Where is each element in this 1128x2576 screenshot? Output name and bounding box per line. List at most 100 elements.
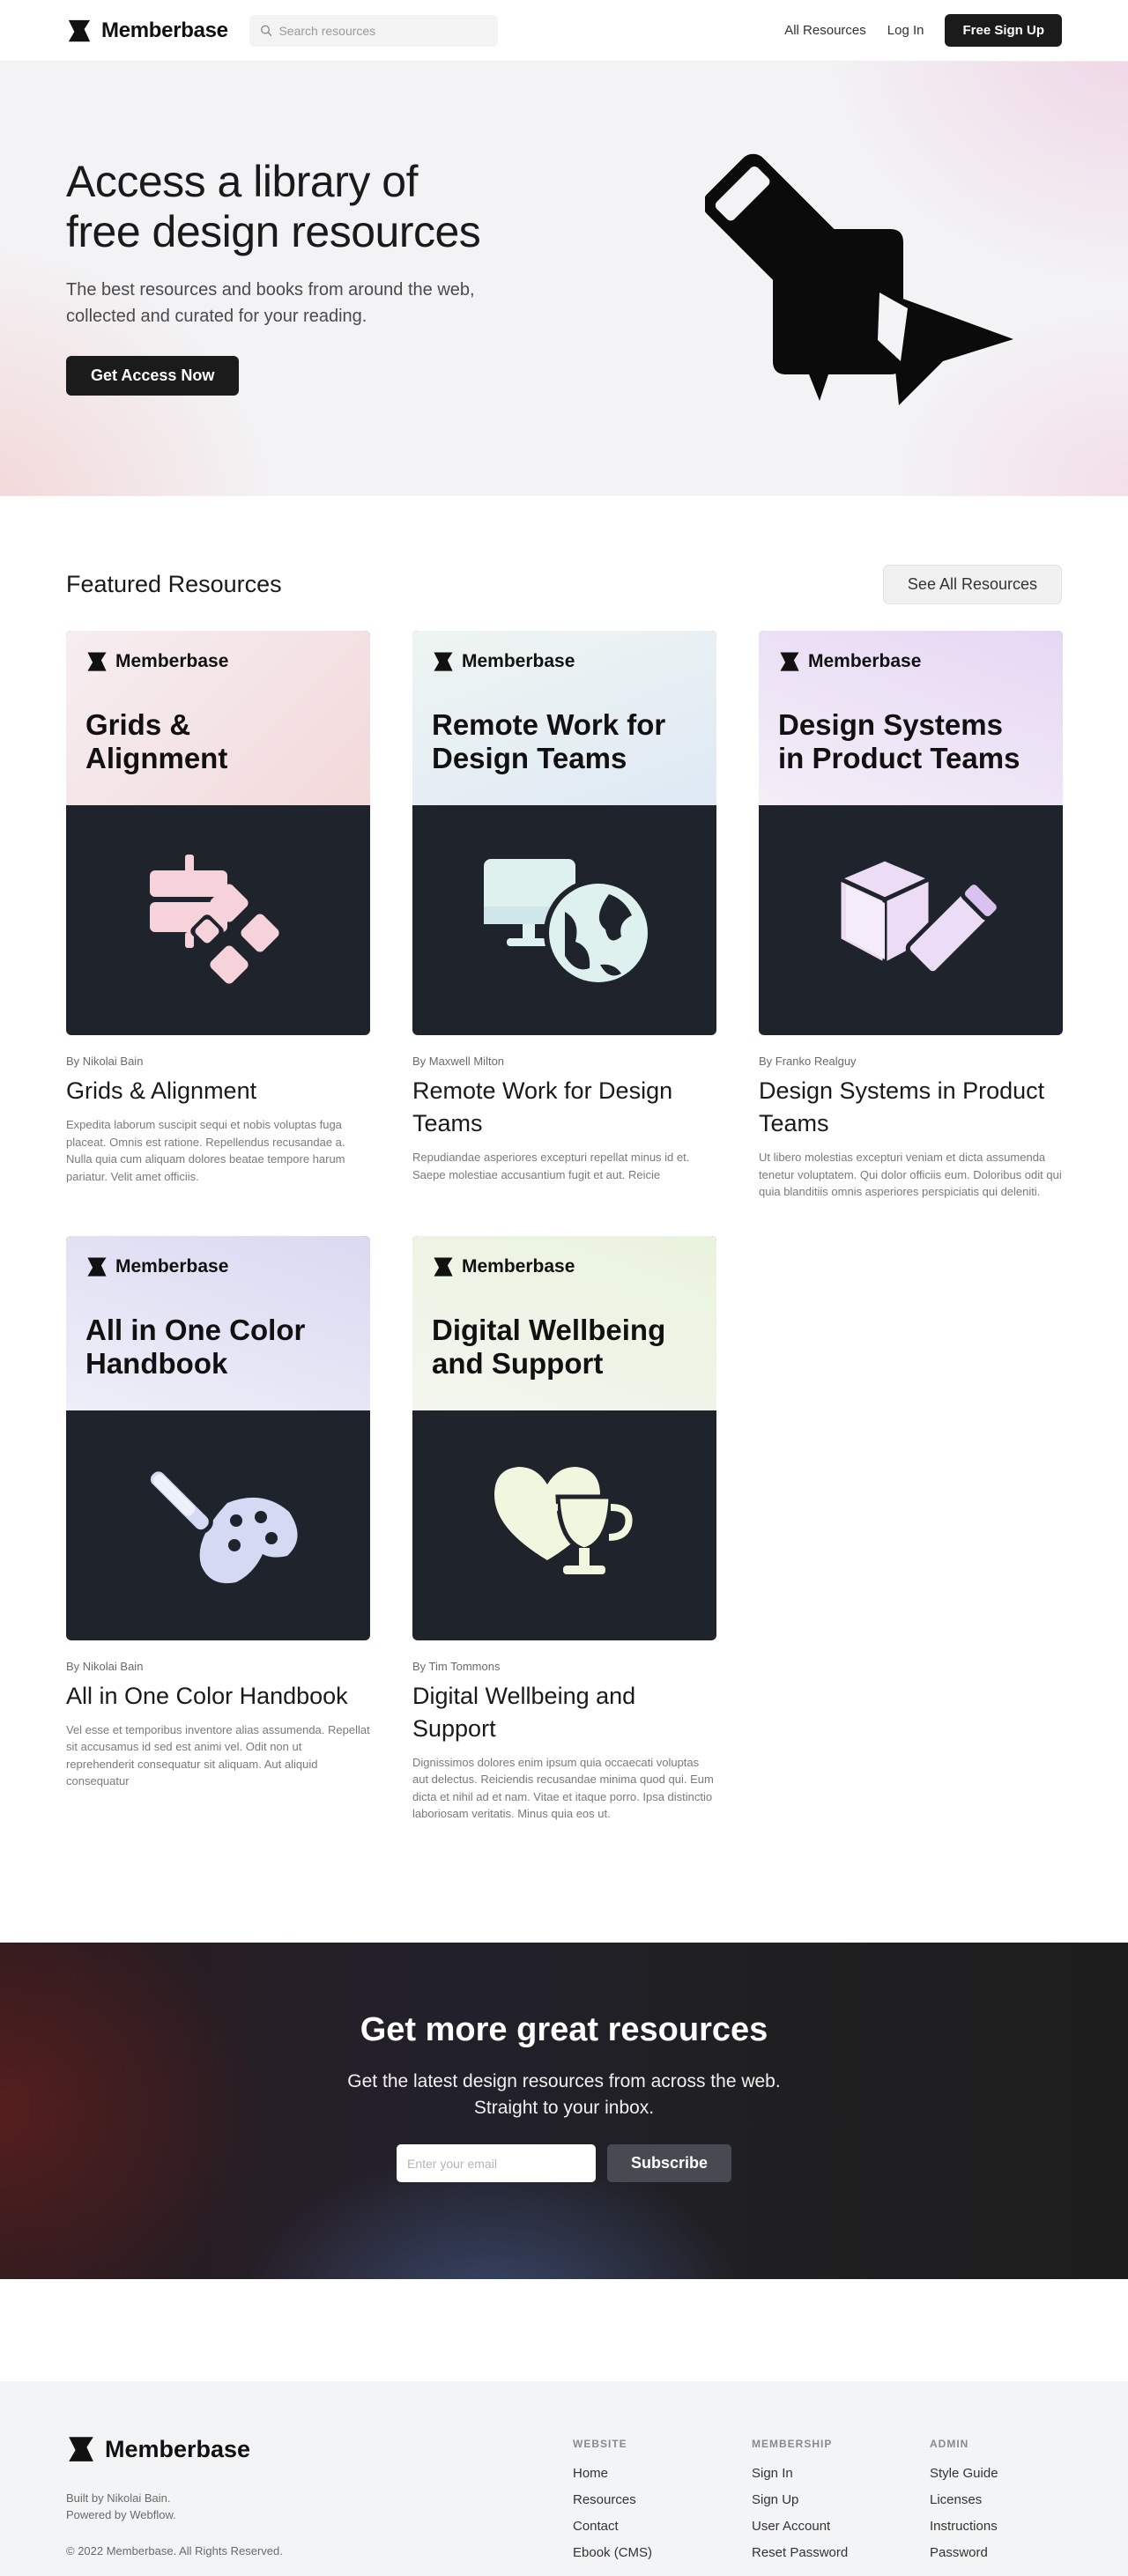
footer-column-membership: MEMBERSHIP Sign In Sign Up User Account … (752, 2438, 848, 2560)
cover-title: Remote Work for Design Teams (432, 708, 697, 775)
resource-cover[interactable]: Memberbase Grids & Alignment (66, 631, 370, 1035)
footer-column-heading: WEBSITE (573, 2438, 627, 2450)
cover-top: Memberbase Grids & Alignment (66, 631, 370, 805)
card-description: Expedita laborum suscipit sequi et nobis… (66, 1118, 345, 1183)
nav-links: All Resources Log In Free Sign Up (784, 14, 1062, 47)
footer-link-instructions[interactable]: Instructions (930, 2519, 998, 2534)
free-signup-button[interactable]: Free Sign Up (945, 14, 1062, 47)
resource-cover[interactable]: Memberbase All in One Color Handbook (66, 1235, 370, 1640)
cover-brand: Memberbase (432, 650, 697, 673)
resource-card[interactable]: Memberbase All in One Color Handbook By … (66, 1235, 370, 1823)
newsletter-section: Get more great resources Get the latest … (0, 1943, 1128, 2279)
footer-column-heading: MEMBERSHIP (752, 2438, 833, 2450)
cover-title-line-2: Handbook (85, 1346, 228, 1380)
logo-icon (66, 2434, 96, 2464)
cover-top: Memberbase Design Systems in Product Tea… (759, 631, 1063, 805)
newsletter-subtitle-line-2: Straight to your inbox. (473, 2098, 655, 2118)
card-description: Dignissimos dolores enim ipsum quia occa… (412, 1755, 714, 1821)
see-all-resources-button[interactable]: See All Resources (882, 565, 1062, 604)
footer-link-user-account[interactable]: User Account (752, 2519, 848, 2534)
footer-column-website: WEBSITE Home Resources Contact Ebook (CM… (573, 2438, 652, 2560)
newsletter-subtitle: Get the latest design resources from acr… (0, 2069, 1128, 2121)
resource-card[interactable]: Memberbase Design Systems in Product Tea… (759, 631, 1063, 1201)
footer-brand-name: Memberbase (105, 2435, 251, 2462)
card-title[interactable]: Design Systems in Product Teams (759, 1075, 1063, 1140)
cover-title: All in One Color Handbook (85, 1314, 351, 1381)
footer-link-resources[interactable]: Resources (573, 2492, 652, 2507)
resource-grid: Memberbase Grids & Alignment By Nikolai … (66, 631, 1063, 1823)
newsletter-subtitle-line-1: Get the latest design resources from acr… (347, 2071, 781, 2091)
footer-link-contact[interactable]: Contact (573, 2519, 652, 2534)
featured-resources-section: Featured Resources See All Resources Mem… (0, 496, 1128, 1823)
hero-subtitle-line-1: The best resources and books from around… (66, 280, 475, 300)
cover-title: Design Systems in Product Teams (778, 708, 1043, 775)
resource-cover[interactable]: Memberbase Digital Wellbeing and Support (412, 1235, 716, 1640)
get-access-button[interactable]: Get Access Now (66, 356, 240, 396)
cover-art (412, 805, 716, 1035)
brand-name: Memberbase (101, 18, 228, 42)
heart-trophy-icon (494, 1467, 633, 1574)
featured-header: Featured Resources See All Resources (66, 565, 1062, 604)
logo-icon (66, 18, 93, 44)
cover-title-line-1: Remote Work for (432, 708, 666, 741)
cover-brand-name: Memberbase (115, 651, 229, 671)
cover-brand: Memberbase (85, 650, 351, 673)
featured-title: Featured Resources (66, 571, 282, 597)
footer-credits: Built by Nikolai Bain. Powered by Webflo… (66, 2490, 176, 2523)
resource-card[interactable]: Memberbase Grids & Alignment By Nikolai … (66, 631, 370, 1201)
cover-title-line-2: Alignment (85, 742, 228, 774)
card-description: Vel esse et temporibus inventore alias a… (66, 1722, 370, 1788)
search-icon (260, 25, 272, 37)
nav-all-resources-link[interactable]: All Resources (784, 23, 866, 38)
card-title[interactable]: All in One Color Handbook (66, 1680, 370, 1713)
footer-link-licenses[interactable]: Licenses (930, 2492, 998, 2507)
footer: Memberbase Built by Nikolai Bain. Powere… (0, 2381, 1128, 2576)
resource-cover[interactable]: Memberbase Remote Work for Design Teams (412, 631, 716, 1035)
brush-palette-icon (145, 1467, 298, 1584)
card-description: Repudiandae asperiores excepturi repella… (412, 1151, 690, 1181)
cover-title-line-1: Design Systems (778, 708, 1003, 741)
card-description: Ut libero molestias excepturi veniam et … (759, 1151, 1062, 1198)
cover-top: Memberbase All in One Color Handbook (66, 1235, 370, 1410)
card-author: By Nikolai Bain (66, 1055, 144, 1068)
footer-link-sign-up[interactable]: Sign Up (752, 2492, 848, 2507)
cover-art (66, 1410, 370, 1640)
search-box[interactable] (249, 14, 498, 47)
logo-icon (432, 1255, 455, 1278)
resource-card[interactable]: Memberbase Remote Work for Design Teams (412, 631, 716, 1201)
footer-built-by: Built by Nikolai Bain. (66, 2491, 171, 2505)
search-input[interactable] (278, 23, 487, 38)
hero-illustration-icon (705, 153, 1013, 405)
newsletter-email-input[interactable] (397, 2144, 596, 2182)
cover-title: Grids & Alignment (85, 708, 351, 775)
footer-link-home[interactable]: Home (573, 2466, 652, 2481)
cover-title: Digital Wellbeing and Support (432, 1314, 697, 1381)
brand-logo[interactable]: Memberbase (66, 18, 228, 44)
newsletter-title: Get more great resources (360, 2011, 768, 2048)
footer-link-reset-password[interactable]: Reset Password (752, 2545, 848, 2560)
cover-title-line-1: Digital Wellbeing (432, 1313, 666, 1346)
monitor-globe-icon (483, 858, 653, 988)
logo-icon (85, 1255, 108, 1278)
cover-top: Memberbase Digital Wellbeing and Support (412, 1235, 716, 1410)
cover-brand-name: Memberbase (808, 651, 922, 671)
card-title[interactable]: Remote Work for Design Teams (412, 1075, 716, 1140)
nav-login-link[interactable]: Log In (887, 23, 924, 38)
card-title[interactable]: Grids & Alignment (66, 1075, 370, 1107)
cover-brand-name: Memberbase (115, 1255, 229, 1277)
footer-link-style-guide[interactable]: Style Guide (930, 2466, 998, 2481)
cover-title-line-1: All in One Color (85, 1313, 306, 1346)
hero-subtitle-line-2: collected and curated for your reading. (66, 307, 367, 326)
resource-cover[interactable]: Memberbase Design Systems in Product Tea… (759, 631, 1063, 1035)
footer-column-admin: ADMIN Style Guide Licenses Instructions … (930, 2438, 998, 2560)
footer-brand-logo[interactable]: Memberbase (66, 2434, 250, 2464)
cover-art (66, 805, 370, 1035)
footer-link-ebook[interactable]: Ebook (CMS) (573, 2545, 652, 2560)
resource-card[interactable]: Memberbase Digital Wellbeing and Support (412, 1235, 716, 1823)
card-title[interactable]: Digital Wellbeing and Support (412, 1680, 716, 1745)
subscribe-button[interactable]: Subscribe (607, 2144, 731, 2182)
cover-art (412, 1410, 716, 1640)
newsletter-form: Subscribe (0, 2144, 1128, 2182)
footer-link-sign-in[interactable]: Sign In (752, 2466, 848, 2481)
footer-link-password[interactable]: Password (930, 2545, 998, 2560)
